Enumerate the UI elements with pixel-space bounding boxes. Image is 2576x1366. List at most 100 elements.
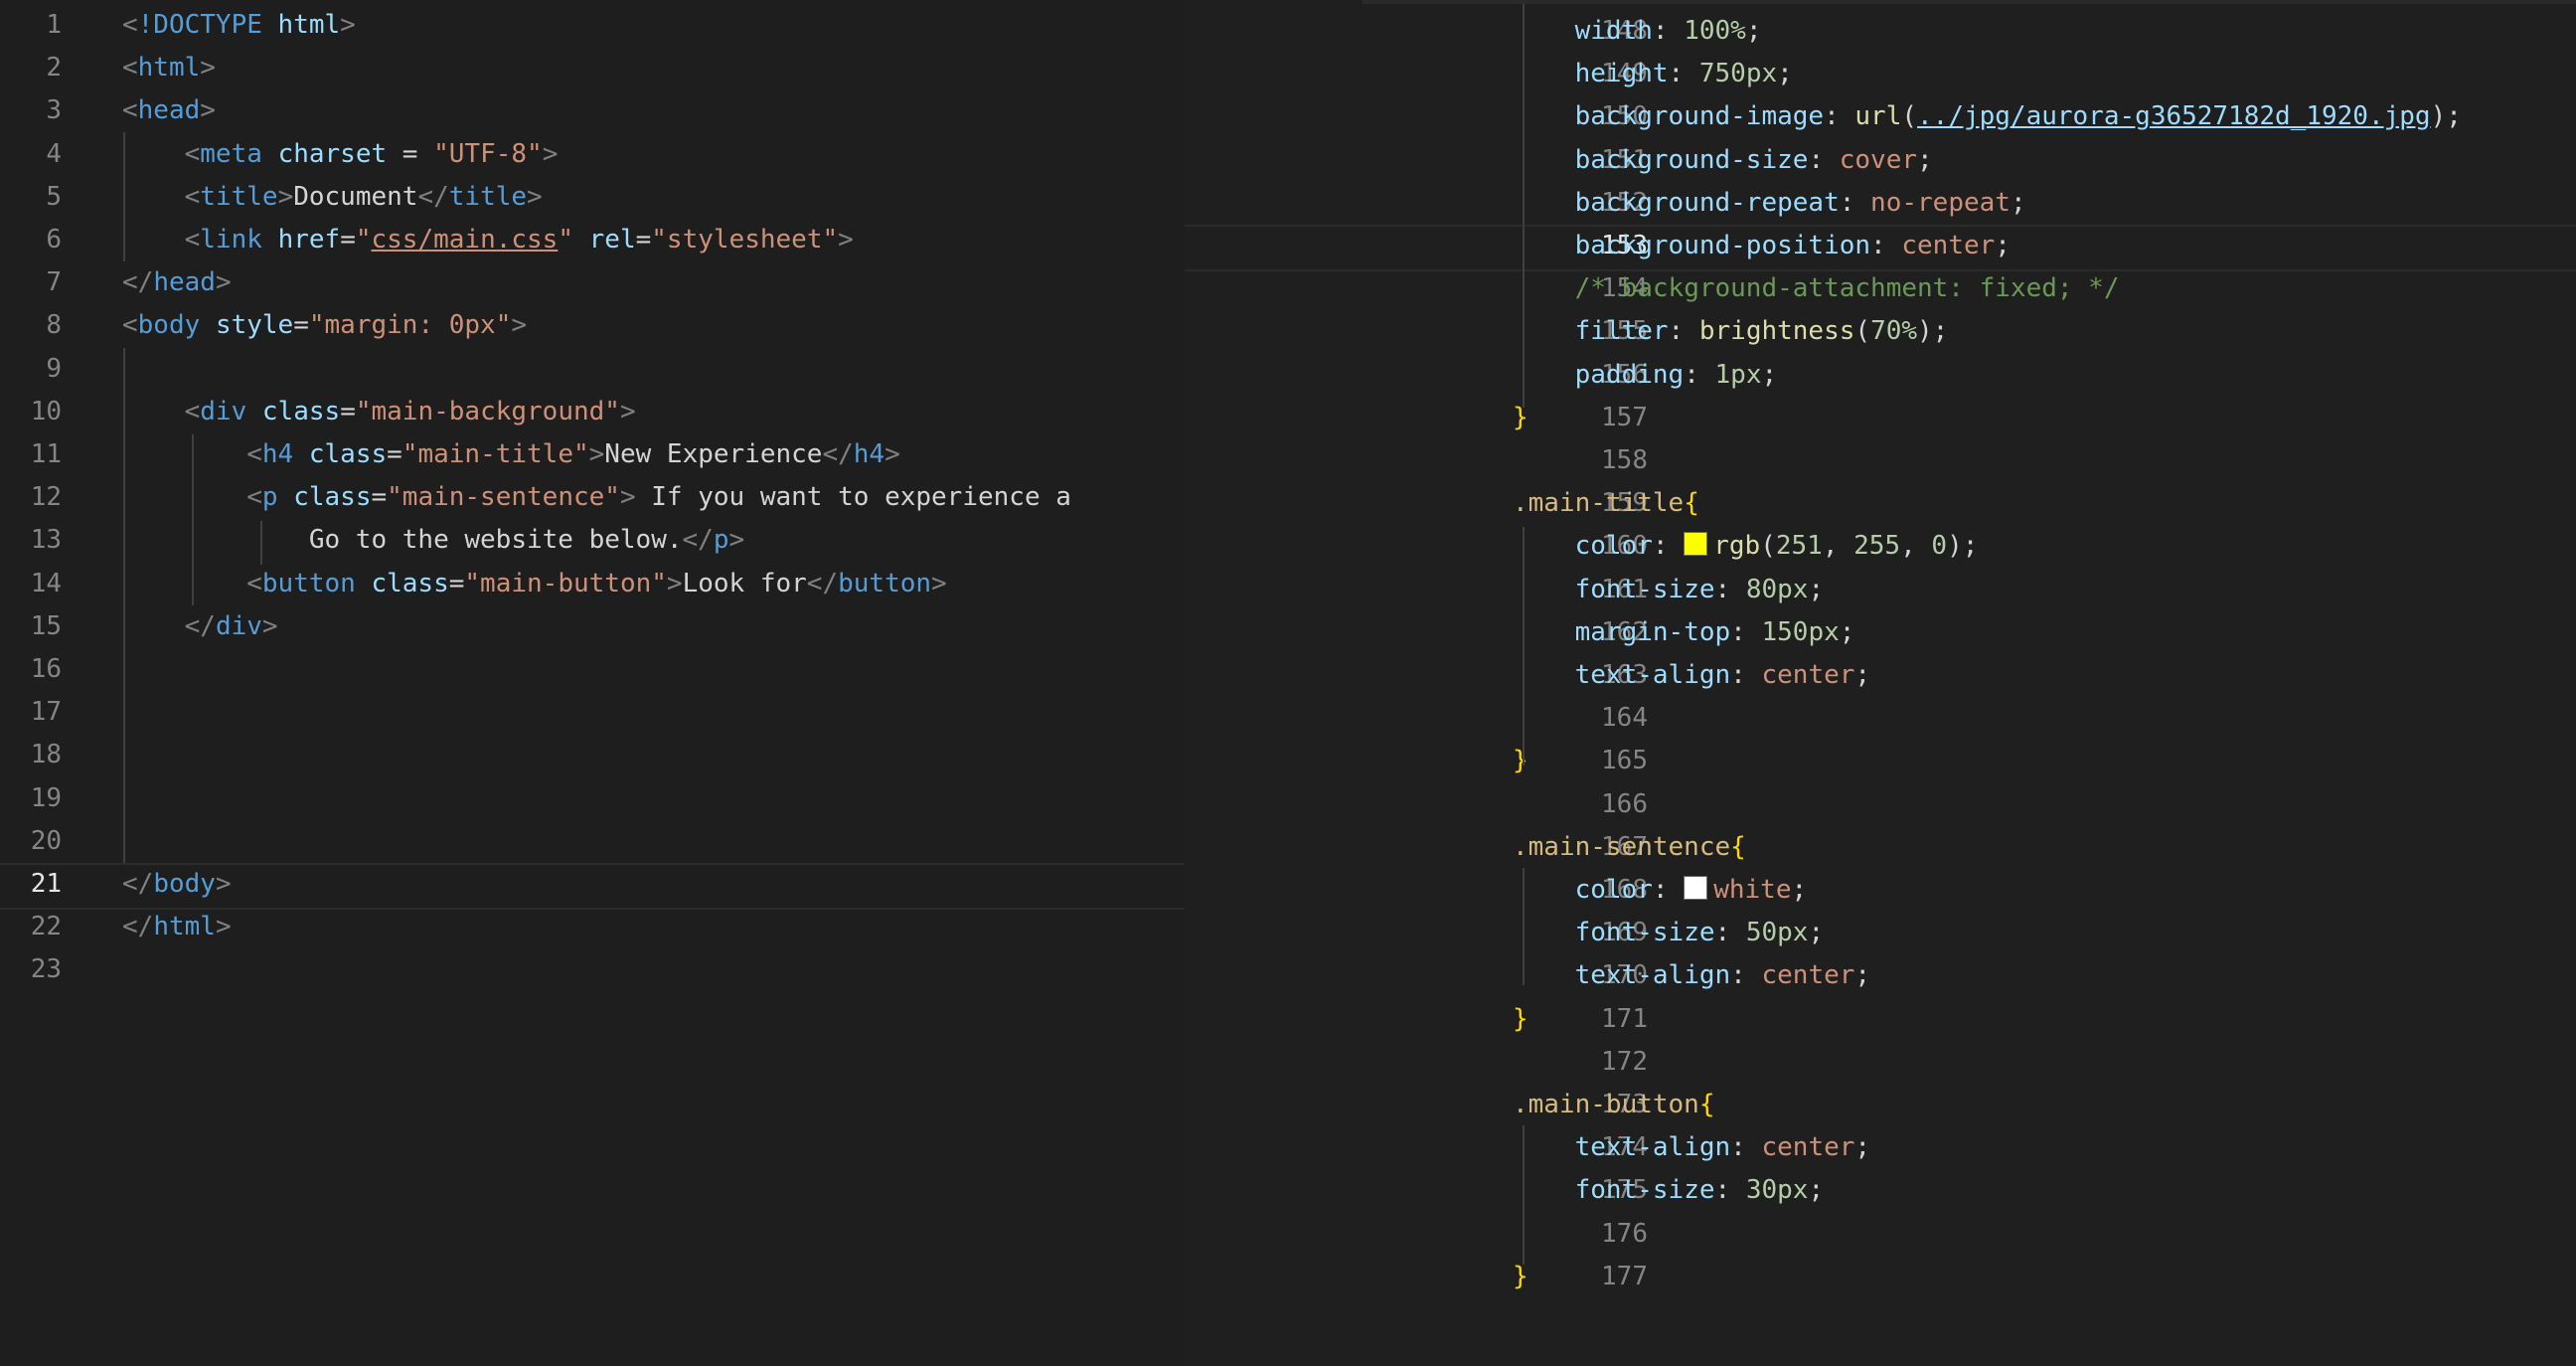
code-line[interactable]: 162 margin-top: 150px; xyxy=(1185,611,2576,654)
code-line[interactable]: 12 <p class="main-sentence"> If you want… xyxy=(0,476,1185,519)
code-text[interactable]: } xyxy=(1513,740,1529,782)
code-line[interactable]: 17 xyxy=(0,691,1185,734)
code-text[interactable]: background-image: url(../jpg/aurora-g365… xyxy=(1513,95,2462,138)
code-line[interactable]: 176 xyxy=(1185,1213,2576,1256)
code-text[interactable]: background-repeat: no-repeat; xyxy=(1513,182,2026,225)
code-text[interactable]: color: rgb(251, 255, 0); xyxy=(1513,525,1979,568)
code-line[interactable]: 150 background-image: url(../jpg/aurora-… xyxy=(1185,95,2576,138)
code-text[interactable]: /* background-attachment: fixed; */ xyxy=(1513,267,2120,310)
code-line[interactable]: 7 </head> xyxy=(0,261,1185,304)
code-line[interactable]: 161 font-size: 80px; xyxy=(1185,569,2576,611)
color-swatch-icon[interactable] xyxy=(1684,532,1708,557)
code-line[interactable]: 21 </body> xyxy=(0,863,1185,910)
code-line[interactable]: 154 /* background-attachment: fixed; */ xyxy=(1185,267,2576,310)
code-text[interactable]: } xyxy=(1513,998,1529,1041)
code-line[interactable]: 153 background-position: center; xyxy=(1185,225,2576,271)
code-text[interactable]: .main-button{ xyxy=(1513,1084,1715,1126)
code-text[interactable]: width: 100%; xyxy=(1513,10,1762,53)
code-line[interactable]: 158 xyxy=(1185,439,2576,482)
code-line[interactable]: 167 .main-sentence{ xyxy=(1185,826,2576,869)
code-line[interactable]: 175 font-size: 30px; xyxy=(1185,1169,2576,1212)
code-line[interactable]: 6 <link href="css/main.css" rel="stylesh… xyxy=(0,219,1185,261)
code-text[interactable]: <meta charset = "UTF-8"> xyxy=(122,133,559,176)
code-text[interactable]: filter: brightness(70%); xyxy=(1513,310,1949,353)
code-line[interactable]: 11 <h4 class="main-title">New Experience… xyxy=(0,433,1185,476)
code-line[interactable]: 151 background-size: cover; xyxy=(1185,139,2576,182)
code-line[interactable]: 3 <head> xyxy=(0,89,1185,132)
code-text[interactable]: font-size: 80px; xyxy=(1513,569,1824,611)
code-line[interactable]: 10 <div class="main-background"> xyxy=(0,391,1185,433)
code-text[interactable]: </body> xyxy=(122,865,232,904)
code-line[interactable]: 16 xyxy=(0,648,1185,691)
code-line[interactable]: 15 </div> xyxy=(0,605,1185,648)
code-line[interactable]: 4 <meta charset = "UTF-8"> xyxy=(0,133,1185,176)
code-line[interactable]: 1 <!DOCTYPE html> xyxy=(0,4,1185,47)
code-text[interactable]: } xyxy=(1513,397,1529,439)
code-line[interactable]: 168 color: white; xyxy=(1185,869,2576,912)
color-swatch-icon[interactable] xyxy=(1684,876,1708,900)
code-text[interactable]: text-align: center; xyxy=(1513,654,1870,697)
html-editor-pane[interactable]: 1 <!DOCTYPE html> 2 <html> 3 <head> 4 <meta ch… xyxy=(0,0,1185,1366)
code-line[interactable]: 13 Go to the website below.</p> xyxy=(0,519,1185,562)
code-text[interactable]: </html> xyxy=(122,906,232,948)
code-text[interactable]: <body style="margin: 0px"> xyxy=(122,304,527,347)
code-text[interactable]: <head> xyxy=(122,89,216,132)
code-text[interactable]: } xyxy=(1513,1256,1529,1298)
code-token: > xyxy=(588,439,605,469)
code-text[interactable]: font-size: 30px; xyxy=(1513,1169,1824,1212)
code-line[interactable]: 8 <body style="margin: 0px"> xyxy=(0,304,1185,347)
code-text[interactable]: <!DOCTYPE html> xyxy=(122,4,356,47)
code-line[interactable]: 171} xyxy=(1185,998,2576,1041)
code-line[interactable]: 163 text-align: center; xyxy=(1185,654,2576,697)
code-text[interactable]: text-align: center; xyxy=(1513,954,1870,997)
code-line[interactable]: 160 color: rgb(251, 255, 0); xyxy=(1185,525,2576,568)
code-text[interactable]: font-size: 50px; xyxy=(1513,912,1824,954)
code-text[interactable]: <button class="main-button">Look for</bu… xyxy=(122,563,946,605)
code-text[interactable]: </div> xyxy=(122,605,278,648)
code-line[interactable]: 159 .main-title{ xyxy=(1185,482,2576,525)
code-line[interactable]: 20 xyxy=(0,820,1185,863)
code-text[interactable]: <h4 class="main-title">New Experience</h… xyxy=(122,433,900,476)
code-line[interactable]: 5 <title>Document</title> xyxy=(0,176,1185,219)
code-text[interactable]: text-align: center; xyxy=(1513,1126,1870,1169)
code-text[interactable]: margin-top: 150px; xyxy=(1513,611,1855,654)
code-line[interactable]: 9 xyxy=(0,348,1185,391)
code-text[interactable]: background-position: center; xyxy=(1513,227,2011,265)
code-text[interactable]: color: white; xyxy=(1513,869,1808,912)
code-text[interactable]: background-size: cover; xyxy=(1513,139,1933,182)
code-line[interactable]: 169 font-size: 50px; xyxy=(1185,912,2576,954)
code-line[interactable]: 157} xyxy=(1185,397,2576,439)
code-line[interactable]: 173 .main-button{ xyxy=(1185,1084,2576,1126)
code-line[interactable]: 170 text-align: center; xyxy=(1185,954,2576,997)
code-line[interactable]: 174 text-align: center; xyxy=(1185,1126,2576,1169)
code-line[interactable]: 23 xyxy=(0,948,1185,991)
code-line[interactable]: 149 height: 750px; xyxy=(1185,53,2576,95)
code-line[interactable]: 19 xyxy=(0,777,1185,820)
code-text[interactable]: <link href="css/main.css" rel="styleshee… xyxy=(122,219,854,261)
code-text[interactable]: <p class="main-sentence"> If you want to… xyxy=(122,476,1071,519)
code-line[interactable]: 156 padding: 1px; xyxy=(1185,354,2576,397)
code-text[interactable]: Go to the website below.</p> xyxy=(122,519,744,562)
code-line[interactable]: 22 </html> xyxy=(0,906,1185,948)
code-text[interactable]: <html> xyxy=(122,47,216,89)
code-line[interactable]: 14 <button class="main-button">Look for<… xyxy=(0,563,1185,605)
code-line[interactable]: 2 <html> xyxy=(0,47,1185,89)
code-line[interactable]: 164 xyxy=(1185,697,2576,740)
code-text[interactable]: height: 750px; xyxy=(1513,53,1793,95)
code-text[interactable]: </head> xyxy=(122,261,232,304)
code-line[interactable]: 155 filter: brightness(70%); xyxy=(1185,310,2576,353)
css-editor-pane[interactable]: 148 width: 100%; 149 height: 750px; 150 ba… xyxy=(1185,0,2576,1366)
code-line[interactable]: 165} xyxy=(1185,740,2576,782)
code-text[interactable]: padding: 1px; xyxy=(1513,354,1778,397)
code-text[interactable]: <title>Document</title> xyxy=(122,176,543,219)
code-token: < xyxy=(122,310,138,341)
code-line[interactable]: 172 xyxy=(1185,1041,2576,1084)
code-line[interactable]: 166 xyxy=(1185,783,2576,826)
code-line[interactable]: 148 width: 100%; xyxy=(1185,10,2576,53)
code-line[interactable]: 18 xyxy=(0,734,1185,776)
code-text[interactable]: .main-title{ xyxy=(1513,482,1699,525)
code-text[interactable]: <div class="main-background"> xyxy=(122,391,636,433)
code-line[interactable]: 177} xyxy=(1185,1256,2576,1298)
code-text[interactable]: .main-sentence{ xyxy=(1513,826,1746,869)
code-line[interactable]: 152 background-repeat: no-repeat; xyxy=(1185,182,2576,225)
